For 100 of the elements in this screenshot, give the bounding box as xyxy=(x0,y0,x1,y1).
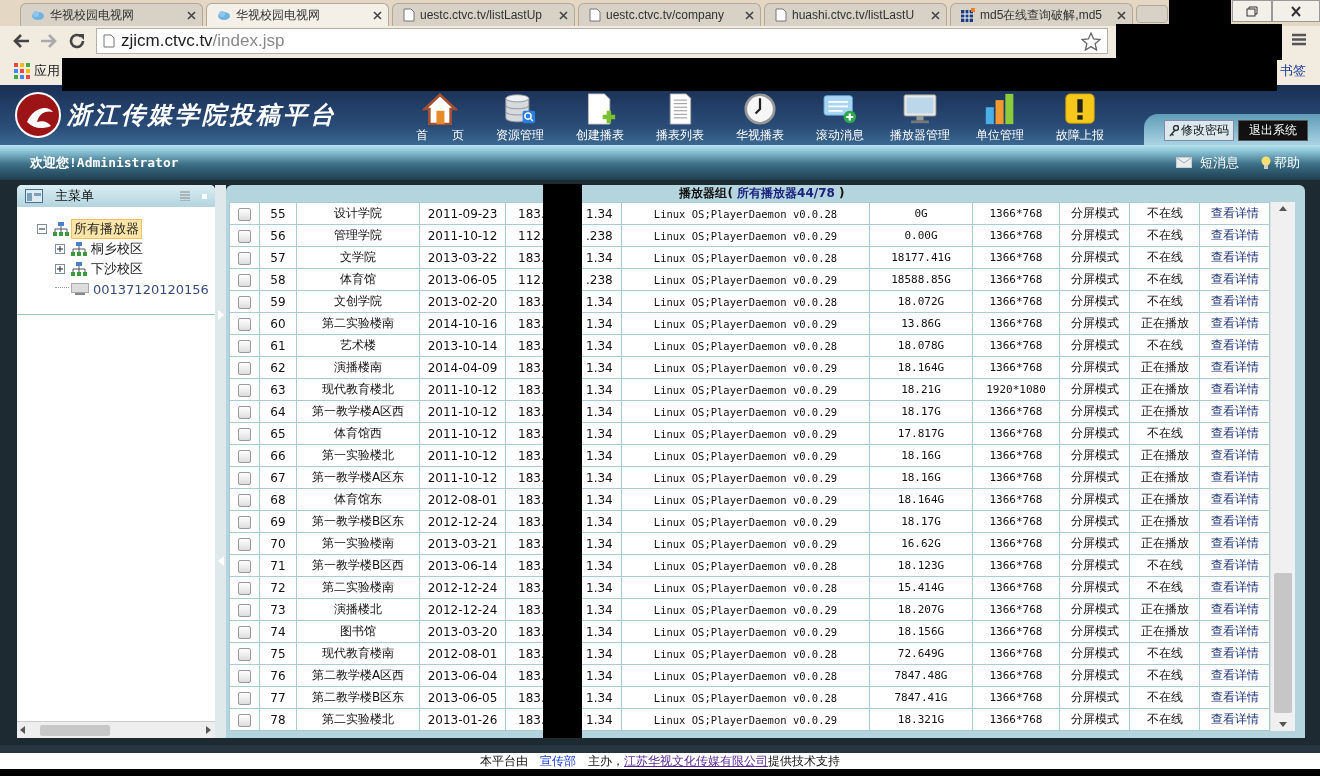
browser-tab[interactable]: md5在线查询破解,md5 xyxy=(950,3,1133,26)
list-icon[interactable] xyxy=(180,191,191,201)
browser-tab[interactable]: 华视校园电视网 xyxy=(20,3,203,26)
logout-button[interactable]: 退出系统 xyxy=(1238,120,1308,141)
tree-item[interactable]: 下沙校区 xyxy=(89,260,145,278)
checkbox[interactable] xyxy=(238,713,251,727)
table-cell: 2012-08-01 xyxy=(419,642,506,665)
table-cell: 18.123G xyxy=(869,554,973,577)
table-cell: 1366*768 xyxy=(972,664,1060,687)
table-cell: 71 xyxy=(259,554,297,577)
browser-tab[interactable]: 华视校园电视网 xyxy=(206,3,389,26)
table-cell: 18.321G xyxy=(869,708,973,731)
nav-link[interactable]: 故障上报 xyxy=(1040,93,1120,145)
checkbox[interactable] xyxy=(238,383,251,397)
tab-close-icon[interactable] xyxy=(931,10,940,20)
checkbox[interactable] xyxy=(238,449,251,463)
table-cell: 2014-10-16 xyxy=(419,312,506,335)
reload-icon[interactable] xyxy=(68,32,86,50)
nav-link[interactable]: 播放器管理 xyxy=(880,93,960,145)
checkbox[interactable] xyxy=(238,471,251,485)
expander-icon[interactable] xyxy=(55,264,65,274)
address-field[interactable]: zjicm.ctvc.tv/index.jsp xyxy=(96,28,1108,54)
table-cell: Linux OS;PlayerDaemon v0.0.29 xyxy=(621,444,870,467)
expander-icon[interactable] xyxy=(37,224,47,234)
checkbox[interactable] xyxy=(238,251,251,265)
apps-icon[interactable] xyxy=(14,62,30,79)
checkbox[interactable] xyxy=(238,493,251,507)
table-cell: 第一实验楼北 xyxy=(296,444,420,467)
scrollbar-thumb[interactable] xyxy=(40,724,110,736)
table-cell: 183. xyxy=(518,470,546,485)
checkbox[interactable] xyxy=(238,625,251,639)
forward-icon[interactable] xyxy=(40,33,58,49)
star-icon[interactable] xyxy=(1081,31,1101,51)
tree-item[interactable]: 桐乡校区 xyxy=(89,240,145,258)
checkbox[interactable] xyxy=(238,515,251,529)
table-cell: 183. xyxy=(518,448,546,463)
nav-link[interactable]: 滚动消息 xyxy=(800,93,880,145)
help-link[interactable]: 帮助 xyxy=(1261,153,1300,172)
player-item[interactable]: 00137120120156 xyxy=(91,281,211,297)
table-cell: 分屏模式 xyxy=(1059,444,1130,467)
table-cell: 183. xyxy=(518,624,546,639)
tab-close-icon[interactable] xyxy=(1117,10,1126,20)
close-button[interactable] xyxy=(1272,0,1320,22)
tree-item[interactable]: 所有播放器 xyxy=(71,219,142,239)
table-cell: 1.34 xyxy=(586,712,613,727)
checkbox[interactable] xyxy=(238,427,251,441)
nav-link[interactable]: 播表列表 xyxy=(640,93,720,145)
vertical-scrollbar[interactable] xyxy=(1270,202,1295,731)
table-cell: 分屏模式 xyxy=(1059,400,1130,423)
checkbox[interactable] xyxy=(238,647,251,661)
checkbox[interactable] xyxy=(238,295,251,309)
nav-link[interactable]: 单位管理 xyxy=(960,93,1040,145)
table-cell: 2011-10-12 xyxy=(419,400,506,423)
lightbulb-icon xyxy=(1261,155,1271,170)
back-icon[interactable] xyxy=(12,33,30,49)
browser-tab[interactable]: huashi.ctvc.tv/listLastU xyxy=(764,3,947,26)
browser-tab[interactable]: uestc.ctvc.tv/listLastUp xyxy=(392,3,575,26)
footer-link[interactable]: 宣传部 xyxy=(540,754,576,768)
horizontal-scrollbar[interactable] xyxy=(17,721,216,738)
footer-link[interactable]: 江苏华视文化传媒有限公司 xyxy=(624,754,768,768)
checkbox[interactable] xyxy=(238,361,251,375)
table-cell: 1366*768 xyxy=(972,708,1060,731)
table-cell: 第二实验楼南 xyxy=(296,576,420,599)
bookmarks-link[interactable]: 书签 xyxy=(1280,61,1306,80)
checkbox[interactable] xyxy=(238,207,251,221)
change-password-button[interactable]: 修改密码 xyxy=(1164,120,1234,141)
nav-link[interactable]: 资源管理 xyxy=(480,93,560,145)
checkbox[interactable] xyxy=(238,669,251,683)
checkbox[interactable] xyxy=(238,581,251,595)
checkbox[interactable] xyxy=(238,691,251,705)
scroll-right-icon[interactable] xyxy=(206,726,213,734)
table-cell: 72.649G xyxy=(869,642,973,665)
table-cell: 183. xyxy=(518,580,546,595)
tab-close-icon[interactable] xyxy=(373,10,382,20)
nav-link[interactable]: 华视播表 xyxy=(720,93,800,145)
checkbox[interactable] xyxy=(238,339,251,353)
tab-close-icon[interactable] xyxy=(559,10,568,20)
network-icon xyxy=(71,262,87,276)
checkbox[interactable] xyxy=(238,317,251,331)
checkbox[interactable] xyxy=(238,405,251,419)
table-cell: 分屏模式 xyxy=(1059,686,1130,709)
checkbox[interactable] xyxy=(238,559,251,573)
nav-link[interactable]: 首 页 xyxy=(400,93,480,145)
browser-tab[interactable]: uestc.ctvc.tv/company xyxy=(578,3,761,26)
new-tab-button[interactable] xyxy=(1136,5,1168,23)
checkbox[interactable] xyxy=(238,229,251,243)
tab-close-icon[interactable] xyxy=(745,10,754,20)
checkbox[interactable] xyxy=(238,273,251,287)
nav-link[interactable]: 创建播表 xyxy=(560,93,640,145)
scroll-left-icon[interactable] xyxy=(20,726,26,734)
bookmark-link[interactable]: 应用 xyxy=(34,61,60,80)
expander-icon[interactable] xyxy=(55,244,65,254)
table-cell: 183. xyxy=(518,338,546,353)
scrollbar-thumb[interactable] xyxy=(1274,573,1292,713)
checkbox[interactable] xyxy=(238,603,251,617)
menu-icon[interactable] xyxy=(1292,33,1306,46)
page-icon xyxy=(775,8,787,22)
tab-close-icon[interactable] xyxy=(187,10,196,20)
messages-link[interactable]: 短消息 xyxy=(1200,153,1239,172)
checkbox[interactable] xyxy=(238,537,251,551)
